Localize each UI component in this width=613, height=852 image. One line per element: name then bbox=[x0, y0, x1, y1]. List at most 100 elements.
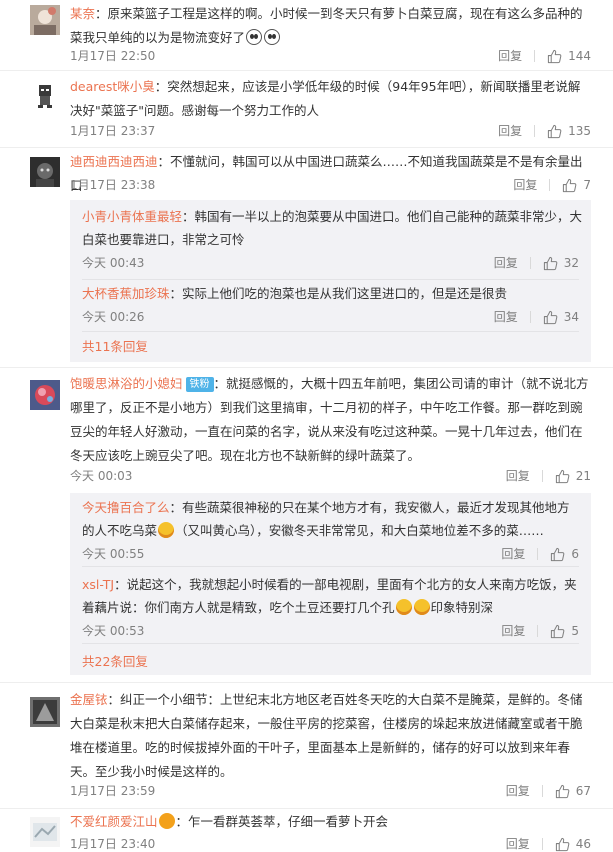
reply-button[interactable]: 回复 bbox=[506, 834, 530, 852]
like-count: 144 bbox=[568, 49, 591, 63]
reply-thread: 小青小青体重最轻：韩国有一半以上的泡菜要从中国进口。他们自己能种的蔬菜非常少，大… bbox=[70, 200, 591, 362]
comment-actions: 回复 7 bbox=[513, 175, 591, 195]
comment-meta: 今天 00:03 回复 21 bbox=[70, 466, 591, 486]
user-avatar[interactable] bbox=[30, 80, 60, 110]
like-button[interactable]: 21 bbox=[555, 466, 591, 486]
more-replies-link[interactable]: 共22条回复 bbox=[82, 651, 148, 670]
reply-thread: 今天撸百合了么：有些蔬菜很神秘的只在某个地方才有，我安徽人，最近才发现其他地方的… bbox=[70, 493, 591, 675]
like-count: 67 bbox=[575, 784, 591, 798]
username-link[interactable]: 迪西迪西迪西迪 bbox=[70, 154, 158, 169]
reply-time: 今天 00:26 bbox=[82, 310, 145, 324]
thumbs-up-icon bbox=[555, 837, 570, 851]
comment-item: 不爱红颜爱江山 ：乍一看群英荟萃，仔细一看萝卜开会 1月17日 23:40 回复 … bbox=[0, 808, 613, 852]
reply-meta: 今天 00:43 回复 32 bbox=[82, 253, 591, 273]
reply-body: ：实际上他们吃的泡菜也是从我们这里进口的，但是还是很贵 bbox=[169, 286, 508, 301]
username-link[interactable]: 今天撸百合了么 bbox=[82, 500, 170, 515]
reply-meta: 今天 00:26 回复 34 bbox=[82, 307, 591, 327]
user-avatar[interactable] bbox=[30, 697, 60, 727]
comment-item: 迪西迪西迪西迪：不懂就问，韩国可以从中国进口蔬菜么……不知道我国蔬菜是不是有余量… bbox=[0, 147, 613, 368]
more-replies-link[interactable]: 共11条回复 bbox=[82, 336, 148, 355]
like-count: 32 bbox=[563, 256, 579, 270]
username-link[interactable]: xsl-TJ bbox=[82, 577, 114, 592]
comment-time: 1月17日 23:38 bbox=[70, 178, 156, 192]
like-button[interactable]: 5 bbox=[550, 621, 579, 641]
username-link[interactable]: 饱暖思淋浴的小媳妇 bbox=[70, 376, 183, 391]
thumbs-up-icon bbox=[563, 178, 577, 192]
comment-item: 某奈：原来菜篮子工程是这样的啊。小时候一到冬天只有萝卜白菜豆腐，现在有这么多品种… bbox=[0, 0, 613, 71]
reply-text: 今天撸百合了么：有些蔬菜很神秘的只在某个地方才有，我安徽人，最近才发现其他地方的… bbox=[82, 496, 579, 542]
comment-time: 1月17日 22:50 bbox=[70, 49, 156, 63]
reply-button[interactable]: 回复 bbox=[501, 544, 525, 564]
reply-text: 大杯香蕉加珍珠：实际上他们吃的泡菜也是从我们这里进口的，但是还是很贵 bbox=[82, 282, 591, 305]
reply-divider bbox=[82, 331, 579, 332]
comment-text: dearest咪小臭：突然想起来，应该是小学低年级的时候（94年95年吧），新闻… bbox=[70, 75, 591, 123]
comment-time: 1月17日 23:59 bbox=[70, 784, 156, 798]
comment-item: 饱暖思淋浴的小媳妇 铁粉 ：就挺感慨的，大概十四五年前吧，集团公司请的审计（就不说北… bbox=[0, 367, 613, 683]
action-divider bbox=[534, 125, 536, 137]
like-count: 7 bbox=[583, 178, 591, 192]
comment-text: 饱暖思淋浴的小媳妇 铁粉 ：就挺感慨的，大概十四五年前吧，集团公司请的审计（就不说北… bbox=[70, 372, 591, 468]
reply-button[interactable]: 回复 bbox=[506, 466, 530, 486]
thumbs-up-icon bbox=[547, 49, 562, 63]
thumbs-up-icon bbox=[551, 547, 565, 561]
comment-item: dearest咪小臭：突然想起来，应该是小学低年级的时候（94年95年吧），新闻… bbox=[0, 70, 613, 148]
comment-meta: 1月17日 23:40 回复 46 bbox=[70, 834, 591, 852]
comment-text: 某奈：原来菜篮子工程是这样的啊。小时候一到冬天只有萝卜白菜豆腐，现在有这么多品种… bbox=[70, 2, 591, 50]
username-link[interactable]: 不爱红颜爱江山 bbox=[70, 814, 158, 829]
like-count: 5 bbox=[571, 624, 579, 638]
like-count: 135 bbox=[568, 124, 591, 138]
comment-time: 1月17日 23:40 bbox=[70, 837, 156, 851]
like-button[interactable]: 7 bbox=[562, 175, 591, 195]
like-button[interactable]: 6 bbox=[550, 544, 579, 564]
reply-button[interactable]: 回复 bbox=[513, 175, 537, 195]
reply-item: 今天撸百合了么：有些蔬菜很神秘的只在某个地方才有，我安徽人，最近才发现其他地方的… bbox=[82, 496, 579, 564]
comment-item: 金屋铱：纠正一个小细节：上世纪末北方地区老百姓冬天吃的大白菜不是腌菜，是鲜的。冬… bbox=[0, 682, 613, 809]
like-count: 6 bbox=[571, 547, 579, 561]
like-button[interactable]: 144 bbox=[547, 46, 591, 66]
username-link[interactable]: 某奈 bbox=[70, 6, 95, 21]
reply-time: 今天 00:55 bbox=[82, 547, 145, 561]
reply-body-cont: 印象特别深 bbox=[430, 600, 494, 615]
reply-text: 小青小青体重最轻：韩国有一半以上的泡菜要从中国进口。他们自己能种的蔬菜非常少，大… bbox=[82, 205, 591, 251]
comment-time: 1月17日 23:37 bbox=[70, 124, 156, 138]
username-link[interactable]: dearest咪小臭 bbox=[70, 79, 155, 94]
thumbs-up-icon bbox=[543, 256, 558, 270]
username-link[interactable]: 小青小青体重最轻 bbox=[82, 209, 182, 224]
user-avatar[interactable] bbox=[30, 5, 60, 35]
like-button[interactable]: 67 bbox=[555, 781, 591, 801]
reply-button[interactable]: 回复 bbox=[498, 46, 522, 66]
comment-time: 今天 00:03 bbox=[70, 469, 133, 483]
like-count: 21 bbox=[575, 469, 591, 483]
like-button[interactable]: 135 bbox=[547, 121, 591, 141]
reply-button[interactable]: 回复 bbox=[494, 253, 518, 273]
like-button[interactable]: 34 bbox=[543, 307, 579, 327]
reply-button[interactable]: 回复 bbox=[506, 781, 530, 801]
comment-body: ：纠正一个小细节：上世纪末北方地区老百姓冬天吃的大白菜不是腌菜，是鲜的。冬储大白… bbox=[70, 692, 583, 779]
user-avatar[interactable] bbox=[30, 157, 60, 187]
username-link[interactable]: 大杯香蕉加珍珠 bbox=[82, 286, 170, 301]
comment-feed: 某奈：原来菜篮子工程是这样的啊。小时候一到冬天只有萝卜白菜豆腐，现在有这么多品种… bbox=[0, 0, 613, 852]
comment-body: ：原来菜篮子工程是这样的啊。小时候一到冬天只有萝卜白菜豆腐，现在有这么多品种的菜… bbox=[70, 6, 583, 45]
like-button[interactable]: 46 bbox=[555, 834, 591, 852]
action-divider bbox=[537, 625, 539, 637]
user-avatar[interactable] bbox=[30, 817, 60, 847]
comment-body: ：乍一看群英荟萃，仔细一看萝卜开会 bbox=[175, 814, 389, 829]
reply-actions: 回复 5 bbox=[501, 621, 579, 641]
laughing-crying-emoji-icon bbox=[395, 599, 412, 615]
username-link[interactable]: 金屋铱 bbox=[70, 692, 108, 707]
action-divider bbox=[541, 785, 543, 797]
comment-actions: 回复 144 bbox=[498, 46, 591, 66]
comment-meta: 1月17日 23:38 回复 7 bbox=[70, 175, 591, 195]
user-avatar[interactable] bbox=[30, 380, 60, 410]
like-button[interactable]: 32 bbox=[543, 253, 579, 273]
reply-button[interactable]: 回复 bbox=[501, 621, 525, 641]
reply-button[interactable]: 回复 bbox=[498, 121, 522, 141]
reply-divider bbox=[82, 566, 579, 567]
comment-actions: 回复 46 bbox=[506, 834, 591, 852]
thumbs-up-icon bbox=[555, 784, 570, 798]
laughing-crying-emoji-icon bbox=[158, 522, 175, 538]
thumbs-up-icon bbox=[543, 310, 558, 324]
reply-actions: 回复 32 bbox=[494, 253, 579, 273]
comment-meta: 1月17日 22:50 回复 144 bbox=[70, 46, 591, 66]
reply-button[interactable]: 回复 bbox=[494, 307, 518, 327]
